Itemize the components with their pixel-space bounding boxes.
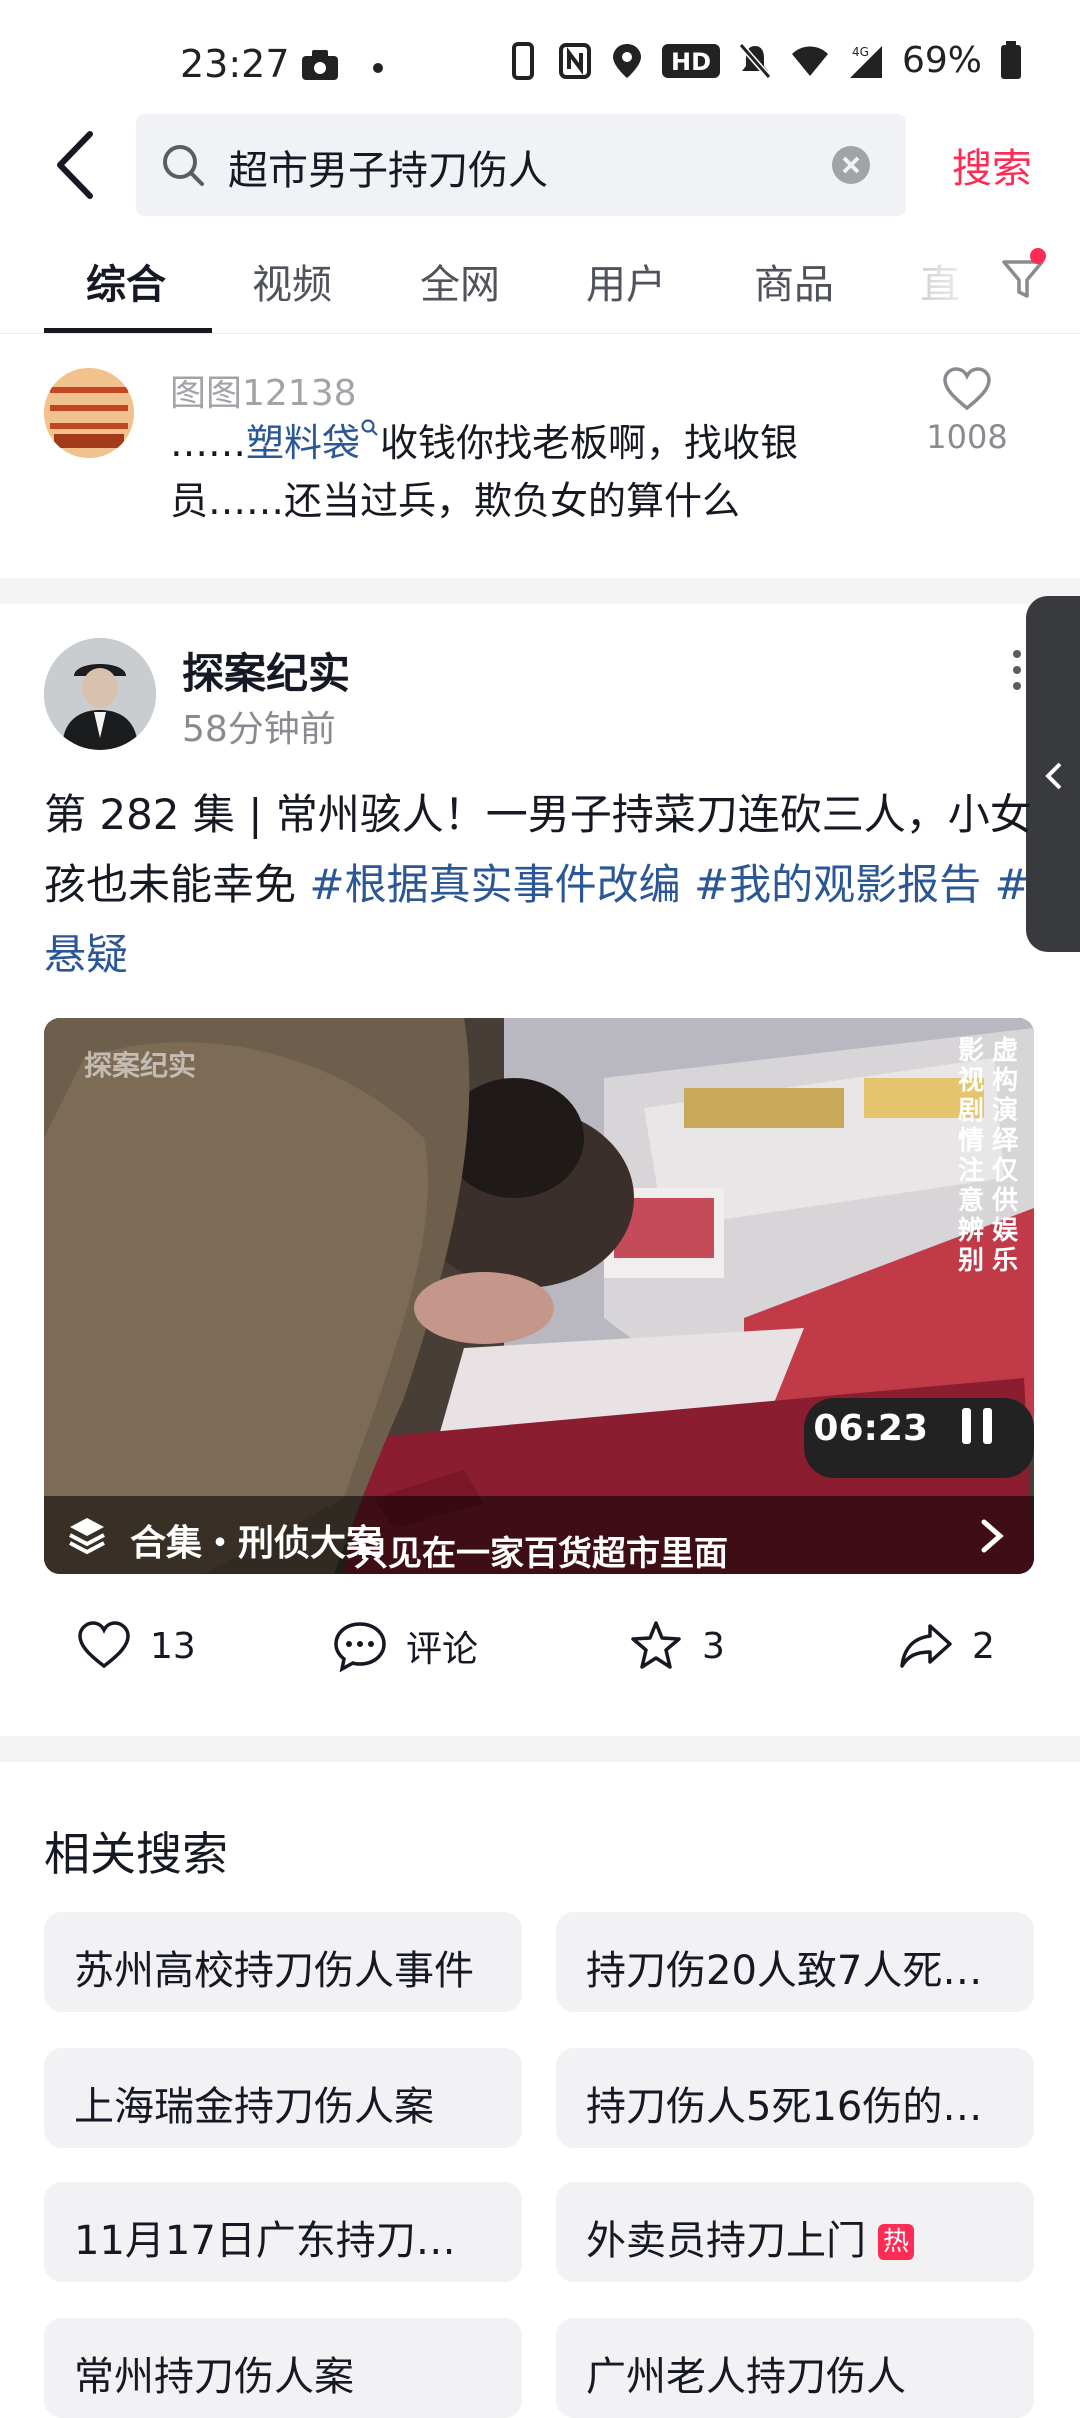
heart-icon (943, 367, 991, 411)
filter-notification-dot (1030, 248, 1046, 264)
status-time: 23:27 (180, 42, 290, 86)
tab-products[interactable]: 商品 (754, 252, 834, 310)
video-player[interactable]: 探案纪实 影视剧情注意辨别 虚构演绎仅供娱乐 06:23 只见在一家百货超市里面… (44, 1018, 1034, 1574)
video-disclaimer-2: 虚构演绎仅供娱乐 (991, 1036, 1018, 1276)
clear-icon[interactable] (830, 144, 872, 186)
hd-icon: HD (661, 43, 720, 78)
tab-video[interactable]: 视频 (252, 252, 332, 310)
share-count: 2 (972, 1625, 995, 1667)
heart-icon (78, 1621, 130, 1669)
related-searches-title: 相关搜索 (44, 1827, 228, 1881)
related-search-chip[interactable]: 上海瑞金持刀伤人案 (44, 2048, 522, 2148)
chevron-left-icon (1045, 762, 1062, 790)
hashtag[interactable]: #我的观影报告 (694, 860, 981, 909)
post-caption[interactable]: 第 282 集 | 常州骇人！一男子持菜刀连砍三人，小女孩也未能幸免 #根据真实… (44, 780, 1034, 990)
search-small-icon (361, 419, 378, 436)
active-tab-indicator (44, 328, 212, 333)
video-subtitle: 只见在一家百货超市里面 (354, 1534, 728, 1574)
camera-icon (302, 50, 338, 80)
video-duration: 06:23 (813, 1408, 928, 1449)
svg-text:HD: HD (671, 48, 711, 76)
result-tabs: 综合 视频 全网 用户 商品 直 (0, 228, 1080, 334)
back-button[interactable] (50, 128, 104, 202)
comment-like-count: 1008 (926, 418, 1008, 456)
comment-username[interactable]: 图图12138 (170, 364, 357, 416)
mute-icon (738, 42, 772, 79)
side-drawer-handle[interactable] (1026, 596, 1080, 952)
layers-icon (69, 1518, 105, 1555)
hot-badge: 热 (878, 2224, 914, 2260)
pause-icon[interactable] (958, 1404, 996, 1448)
video-disclaimer-1: 影视剧情注意辨别 (957, 1036, 984, 1276)
comment-button[interactable]: 评论 (332, 1616, 478, 1676)
video-watermark: 探案纪实 (84, 1049, 197, 1082)
nfc-icon (558, 42, 591, 79)
dot-icon (373, 63, 383, 73)
tab-web[interactable]: 全网 (420, 252, 500, 310)
location-icon (612, 43, 641, 78)
battery-icon (1001, 40, 1021, 79)
share-button[interactable]: 2 (898, 1616, 995, 1676)
tab-users[interactable]: 用户 (586, 252, 666, 310)
search-button[interactable]: 搜索 (952, 136, 1032, 194)
more-icon[interactable] (1010, 648, 1024, 692)
comment-like-button[interactable]: 1008 (924, 366, 1010, 456)
section-divider (0, 1736, 1080, 1762)
wifi-icon (791, 46, 828, 76)
phone-icon (511, 41, 534, 80)
comment-icon (334, 1622, 386, 1673)
related-search-chip[interactable]: 广州老人持刀伤人 (556, 2318, 1034, 2418)
status-bar: 23:27 HD 4G 69% (0, 0, 1080, 110)
signal-icon: 4G (849, 45, 882, 78)
related-search-chip[interactable]: 持刀伤人5死16伤的… (556, 2048, 1034, 2148)
comment-keyword-link[interactable]: 塑料袋 (246, 421, 360, 465)
video-frame (44, 1018, 1034, 1574)
like-count: 13 (150, 1625, 196, 1667)
author-name[interactable]: 探案纪实 (182, 640, 350, 701)
comment-avatar[interactable] (44, 368, 134, 458)
search-query: 超市男子持刀伤人 (228, 148, 548, 194)
favorite-count: 3 (702, 1625, 725, 1667)
related-search-chip[interactable]: 外卖员持刀上门热 (556, 2182, 1034, 2282)
search-input[interactable]: 超市男子持刀伤人 (136, 114, 906, 216)
battery-percent: 69% (901, 40, 982, 81)
tab-comprehensive[interactable]: 综合 (86, 252, 166, 310)
favorite-button[interactable]: 3 (628, 1616, 725, 1676)
collection-label: 合集・刑侦大案 (130, 1523, 383, 1564)
collection-bar[interactable]: 只见在一家百货超市里面 合集・刑侦大案 (44, 1496, 1034, 1574)
related-search-chip[interactable]: 常州持刀伤人案 (44, 2318, 522, 2418)
search-icon (163, 145, 204, 186)
related-search-chip[interactable]: 苏州高校持刀伤人事件 (44, 1912, 522, 2012)
chevron-right-icon (981, 1519, 1004, 1553)
status-icons: HD 4G 69% (506, 40, 1022, 81)
hashtag[interactable]: #根据真实事件改编 (309, 860, 680, 909)
tabs-fade (880, 228, 990, 328)
comment-label: 评论 (406, 1629, 479, 1670)
comment-text[interactable]: ……塑料袋 收钱你找老板啊，找收银员……还当过兵，欺负女的算什么 (170, 414, 830, 530)
related-search-chip[interactable]: 持刀伤20人致7人死… (556, 1912, 1034, 2012)
post-time: 58分钟前 (182, 709, 336, 750)
author-avatar[interactable] (44, 638, 156, 750)
share-icon (900, 1624, 952, 1668)
star-icon (631, 1621, 681, 1669)
related-search-chip[interactable]: 11月17日广东持刀伤… (44, 2182, 522, 2282)
like-button[interactable]: 13 (76, 1616, 196, 1676)
section-divider (0, 578, 1080, 604)
svg-text:4G: 4G (852, 45, 869, 59)
